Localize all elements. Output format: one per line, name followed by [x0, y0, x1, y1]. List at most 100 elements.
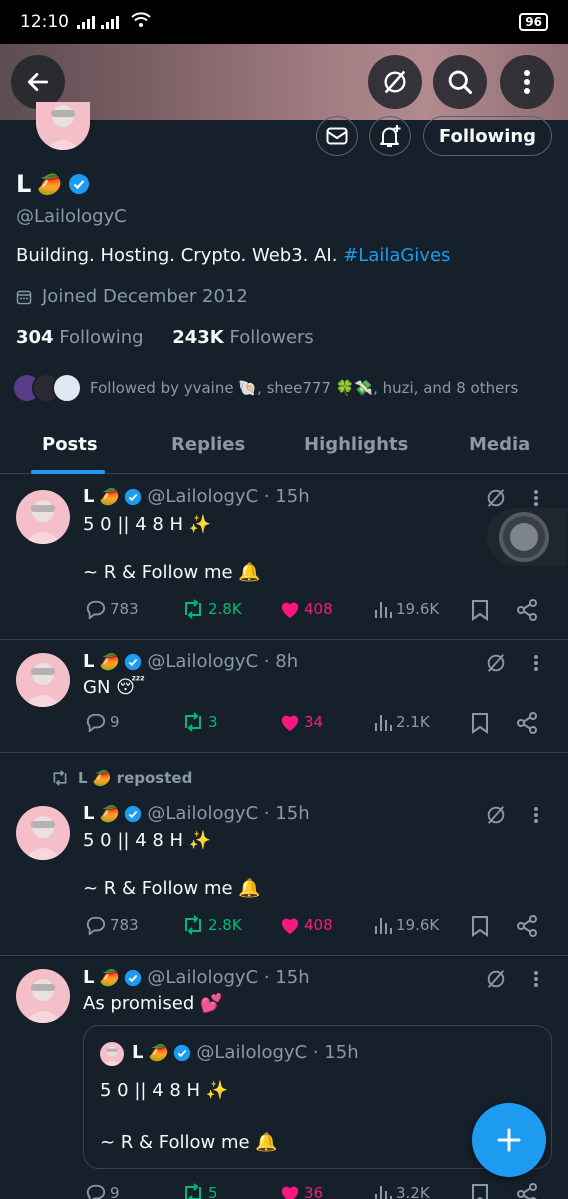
back-arrow-icon [27, 73, 49, 91]
post-author-emoji: 🥭 [99, 968, 120, 987]
following-link[interactable]: 304 Following [16, 327, 144, 348]
post-avatar[interactable] [16, 969, 70, 1023]
grok-icon[interactable] [485, 968, 507, 990]
more-icon[interactable] [533, 489, 539, 507]
like-button[interactable]: 408 [279, 599, 333, 619]
post-meta: @LailologyC · 15h [147, 486, 310, 507]
post-avatar[interactable] [16, 806, 70, 860]
reply-count: 9 [110, 713, 120, 731]
post-meta: @LailologyC · 8h [147, 651, 299, 672]
repost-button[interactable]: 2.8K [181, 915, 242, 935]
bio-hashtag-link[interactable]: #LailaGives [343, 245, 450, 266]
like-count: 408 [304, 916, 333, 934]
floating-assistive-button[interactable] [487, 508, 567, 566]
following-button[interactable]: Following [423, 116, 552, 156]
reply-button[interactable]: 9 [85, 712, 120, 732]
post-top-actions [485, 487, 539, 509]
verified-icon [125, 805, 142, 822]
profile-handle: @LailologyC [16, 206, 127, 227]
views-button[interactable]: 19.6K [373, 599, 439, 619]
grok-icon[interactable] [485, 487, 507, 509]
reply-icon [86, 713, 106, 732]
more-icon[interactable] [533, 970, 539, 988]
more-icon[interactable] [533, 654, 539, 672]
verified-icon [125, 969, 142, 986]
share-button[interactable] [516, 599, 538, 621]
compose-button[interactable] [472, 1103, 546, 1177]
tab-active-indicator [31, 470, 105, 474]
repost-icon [53, 770, 67, 786]
repost-count: 2.8K [208, 600, 242, 618]
views-button[interactable]: 3.2K [373, 1183, 430, 1199]
post-author-name[interactable]: L [83, 486, 94, 507]
share-button[interactable] [516, 1183, 538, 1199]
post-top-actions [485, 804, 539, 826]
search-button[interactable] [433, 55, 487, 109]
bookmark-button[interactable] [471, 712, 489, 734]
repost-icon [185, 915, 201, 935]
share-icon [517, 599, 537, 621]
reply-button[interactable]: 9 [85, 1183, 120, 1199]
bookmark-button[interactable] [471, 915, 489, 937]
post-actions: 9 3 34 2.1K [83, 712, 543, 740]
like-count: 36 [304, 1184, 324, 1199]
verified-icon [125, 653, 142, 670]
tab-replies[interactable]: Replies [171, 420, 245, 474]
grok-icon[interactable] [485, 804, 507, 826]
views-count: 3.2K [396, 1184, 430, 1199]
grok-button[interactable] [368, 55, 422, 109]
grok-icon[interactable] [485, 652, 507, 674]
repost-button[interactable]: 3 [181, 712, 218, 732]
reply-button[interactable]: 783 [85, 915, 139, 935]
share-button[interactable] [516, 712, 538, 734]
post-author-name[interactable]: L [83, 651, 94, 672]
repost-button[interactable]: 2.8K [181, 599, 242, 619]
post-top-actions [485, 968, 539, 990]
followers-link[interactable]: 243K Followers [172, 327, 314, 348]
tab-highlights[interactable]: Highlights [304, 420, 408, 474]
follow-counts: 304 Following 243K Followers [16, 327, 314, 348]
share-button[interactable] [516, 915, 538, 937]
like-button[interactable]: 34 [279, 712, 323, 732]
message-button[interactable] [316, 116, 358, 156]
reply-button[interactable]: 783 [85, 599, 139, 619]
repost-count: 2.8K [208, 916, 242, 934]
post-avatar[interactable] [16, 490, 70, 544]
post-meta: @LailologyC · 15h [147, 803, 310, 824]
post-avatar[interactable] [16, 653, 70, 707]
profile-avatar[interactable] [36, 102, 90, 150]
post-author-name[interactable]: L [83, 803, 94, 824]
like-button[interactable]: 36 [279, 1183, 323, 1199]
repost-count: 5 [208, 1184, 218, 1199]
bookmark-icon [472, 1184, 488, 1199]
bookmark-button[interactable] [471, 1183, 489, 1199]
profile-name-emoji: 🥭 [37, 172, 63, 196]
share-icon [517, 712, 537, 734]
status-bar: 12:10 96 [0, 0, 568, 44]
mail-icon [326, 127, 348, 145]
like-count: 34 [304, 713, 324, 731]
post-text: 5 0 || 4 8 H ✨ ~ R & Follow me 🔔 [83, 830, 261, 899]
bookmark-icon [472, 713, 488, 734]
post-actions: 783 2.8K 408 19.6K [83, 915, 543, 943]
followed-by[interactable]: Followed by yvaine 🐚, shee777 🍀💸, huzi, … [12, 371, 518, 405]
more-button[interactable] [500, 55, 554, 109]
views-icon [375, 918, 392, 934]
repost-button[interactable]: 5 [181, 1183, 218, 1199]
post-author-name[interactable]: L [83, 967, 94, 988]
bookmark-button[interactable] [471, 599, 489, 621]
like-button[interactable]: 408 [279, 915, 333, 935]
floating-ball-ring [499, 512, 549, 562]
back-button[interactable] [11, 55, 65, 109]
tab-media[interactable]: Media [469, 420, 530, 474]
more-icon[interactable] [533, 806, 539, 824]
post-meta: @LailologyC · 15h [147, 967, 310, 988]
reply-count: 9 [110, 1184, 120, 1199]
notify-button[interactable] [369, 116, 411, 156]
repost-count: 3 [208, 713, 218, 731]
views-button[interactable]: 2.1K [373, 712, 430, 732]
post-text: GN 😴 [83, 677, 146, 698]
verified-icon [174, 1044, 191, 1061]
tab-posts[interactable]: Posts [42, 420, 98, 474]
views-button[interactable]: 19.6K [373, 915, 439, 935]
